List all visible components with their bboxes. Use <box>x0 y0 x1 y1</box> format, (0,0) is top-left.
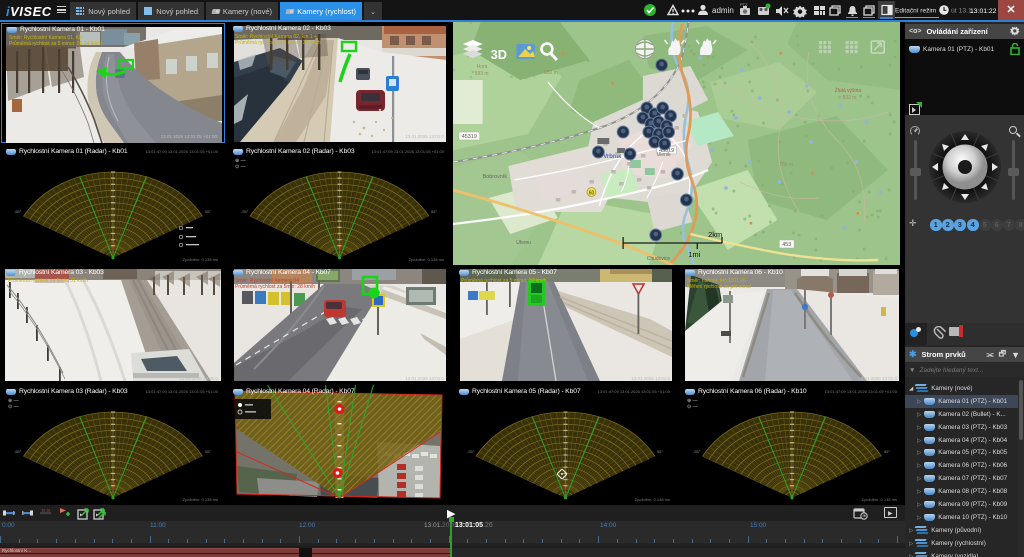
svg-text:Zpoždění: 0.138 ms: Zpoždění: 0.138 ms <box>183 497 218 502</box>
svg-text:55°: 55° <box>205 209 211 214</box>
svg-text:2km: 2km <box>708 230 722 239</box>
svg-text:Bobrovník: Bobrovník <box>483 174 508 180</box>
svg-text:Ulenik: Ulenik <box>657 152 671 158</box>
svg-text:Zpoždění: 0.138 ms: Zpoždění: 0.138 ms <box>183 257 218 262</box>
svg-text:admin: admin <box>712 6 734 15</box>
svg-text:55°: 55° <box>884 449 890 454</box>
svg-text:13:01:47:09 13.01.2026 13:01:0: 13:01:47:09 13.01.2026 13:01:05 +01:00 <box>825 389 898 394</box>
svg-text:-55°: -55° <box>14 449 22 454</box>
svg-text:832 m: 832 m <box>843 95 857 101</box>
svg-text:45319: 45319 <box>462 134 477 140</box>
svg-text:593 m: 593 m <box>475 71 489 77</box>
svg-text:Zpoždění: 0.138 ms: Zpoždění: 0.138 ms <box>862 497 897 502</box>
svg-text:1mi: 1mi <box>688 250 700 259</box>
svg-text:-55°: -55° <box>14 209 22 214</box>
svg-text:786 m: 786 m <box>779 162 793 168</box>
svg-text:Zpoždění: 0.138 ms: Zpoždění: 0.138 ms <box>409 257 444 262</box>
svg-text:13:01:22: 13:01:22 <box>970 8 997 15</box>
svg-text:13:01:47:09 13.01.2026 13:01:0: 13:01:47:09 13.01.2026 13:01:05 +01:00 <box>372 149 445 154</box>
svg-text:-55°: -55° <box>693 449 701 454</box>
svg-text:Ufemu: Ufemu <box>516 240 531 246</box>
svg-text:13:01:47:09 13.01.2026 13:01:0: 13:01:47:09 13.01.2026 13:01:05 +01:00 <box>146 149 219 154</box>
svg-text:Zpoždění: 0.138 ms: Zpoždění: 0.138 ms <box>635 497 670 502</box>
svg-text:55°: 55° <box>431 209 437 214</box>
svg-text:453: 453 <box>782 242 791 248</box>
svg-text:13:01:47:09 13.01.2026 13:01:0: 13:01:47:09 13.01.2026 13:01:05 +01:00 <box>146 389 219 394</box>
svg-text:55°: 55° <box>657 449 663 454</box>
svg-text:55°: 55° <box>205 449 211 454</box>
svg-text:-55°: -55° <box>241 209 249 214</box>
svg-text:Hora: Hora <box>477 64 488 70</box>
svg-text:Chudovice: Chudovice <box>647 256 671 262</box>
svg-text:550 m: 550 m <box>544 70 558 76</box>
svg-text:13:01:47:09 13.01.2026 13:01:0: 13:01:47:09 13.01.2026 13:01:05 +01:00 <box>598 389 671 394</box>
svg-text:Editační režim: Editační režim <box>895 8 936 15</box>
svg-text:3D: 3D <box>491 47 507 62</box>
svg-text:60: 60 <box>589 190 595 196</box>
svg-text:PTZ: PTZ <box>740 2 748 7</box>
svg-text:-55°: -55° <box>467 449 475 454</box>
